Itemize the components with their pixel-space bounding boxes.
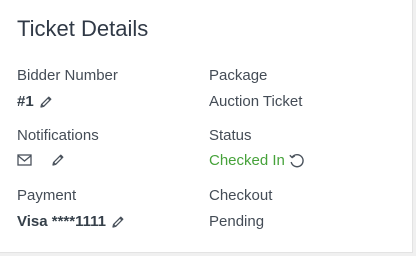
- checkout-label: Checkout: [209, 187, 273, 204]
- notifications-row: [17, 152, 66, 168]
- envelope-icon[interactable]: [17, 153, 33, 167]
- status-row: Checked In: [209, 152, 306, 170]
- bidder-number-row: #1: [17, 93, 54, 111]
- bidder-number-label: Bidder Number: [17, 67, 118, 84]
- payment-row: Visa ****1111: [17, 213, 126, 231]
- undo-icon[interactable]: [288, 152, 306, 170]
- package-label: Package: [209, 67, 268, 84]
- bidder-number-value: #1: [17, 93, 34, 110]
- card-title: Ticket Details: [17, 16, 149, 41]
- status-value: Checked In: [209, 152, 285, 169]
- ticket-details-card: Ticket Details Bidder Number #1 Package …: [0, 0, 413, 253]
- pencil-icon[interactable]: [38, 94, 54, 110]
- pencil-icon[interactable]: [50, 152, 66, 168]
- checkout-value: Pending: [209, 213, 265, 230]
- payment-label: Payment: [17, 187, 77, 204]
- status-label: Status: [209, 127, 252, 144]
- payment-value: Visa ****1111: [17, 213, 106, 230]
- notifications-label: Notifications: [17, 127, 99, 144]
- pencil-icon[interactable]: [110, 214, 126, 230]
- package-value: Auction Ticket: [209, 93, 303, 110]
